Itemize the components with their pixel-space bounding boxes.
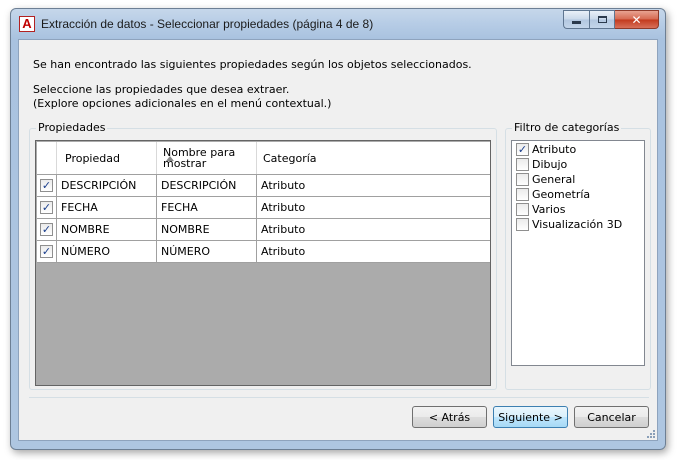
close-icon: ✕	[631, 12, 642, 27]
row-display-name[interactable]: DESCRIPCIÓN	[157, 175, 257, 196]
table-row[interactable]: ✓ NOMBRE NOMBRE Atributo	[37, 219, 490, 241]
row-display-name[interactable]: NÚMERO	[157, 241, 257, 262]
dialog-window: A Extracción de datos - Seleccionar prop…	[10, 8, 666, 450]
intro-text-found: Se han encontrado las siguientes propied…	[33, 58, 472, 71]
header-display-name[interactable]: Nombre para mostrar	[157, 142, 257, 174]
caption-buttons: ✕	[563, 10, 659, 30]
intro-text-select: Seleccione las propiedades que desea ext…	[33, 83, 290, 96]
button-separator	[29, 397, 649, 398]
row-property[interactable]: FECHA	[57, 197, 157, 218]
filter-checkbox[interactable]	[516, 173, 529, 186]
intro-text-context-menu: (Explore opciones adicionales en el menú…	[33, 97, 332, 110]
row-check-cell: ✓	[37, 219, 57, 240]
maximize-button[interactable]	[589, 10, 615, 29]
row-property[interactable]: NOMBRE	[57, 219, 157, 240]
autocad-app-icon[interactable]: A	[19, 16, 35, 32]
filter-item-label: Atributo	[532, 143, 577, 156]
row-property[interactable]: DESCRIPCIÓN	[57, 175, 157, 196]
filter-checkbox[interactable]	[516, 203, 529, 216]
table-row[interactable]: ✓ FECHA FECHA Atributo	[37, 197, 490, 219]
filter-item-label: Geometría	[532, 188, 591, 201]
filter-checkbox[interactable]	[516, 188, 529, 201]
row-property[interactable]: NÚMERO	[57, 241, 157, 262]
category-filter-list[interactable]: ✓ Atributo Dibujo General Geometría Vari…	[511, 140, 645, 366]
filter-item-label: Varios	[532, 203, 566, 216]
grid-header: Propiedad Nombre para mostrar Categoría	[37, 142, 490, 175]
intro-text-instructions: Seleccione las propiedades que desea ext…	[33, 83, 331, 111]
row-category[interactable]: Atributo	[257, 219, 490, 240]
table-row[interactable]: ✓ NÚMERO NÚMERO Atributo	[37, 241, 490, 263]
row-checkbox[interactable]: ✓	[40, 245, 53, 258]
title-bar[interactable]: A Extracción de datos - Seleccionar prop…	[11, 9, 665, 39]
filter-checkbox[interactable]	[516, 218, 529, 231]
header-check-column[interactable]	[37, 142, 57, 174]
row-checkbox[interactable]: ✓	[40, 179, 53, 192]
filter-item-label: General	[532, 173, 576, 186]
category-filter-group-label: Filtro de categorías	[512, 121, 622, 134]
filter-checkbox[interactable]: ✓	[516, 143, 529, 156]
header-property-label: Propiedad	[65, 151, 120, 165]
filter-checkbox[interactable]	[516, 158, 529, 171]
close-button[interactable]: ✕	[615, 10, 659, 29]
row-check-cell: ✓	[37, 175, 57, 196]
dialog-client-area: Se han encontrado las siguientes propied…	[18, 39, 658, 441]
table-row[interactable]: ✓ DESCRIPCIÓN DESCRIPCIÓN Atributo	[37, 175, 490, 197]
resize-grip-icon[interactable]	[645, 428, 655, 438]
row-category[interactable]: Atributo	[257, 241, 490, 262]
properties-grid-body: Propiedad Nombre para mostrar Categoría …	[37, 142, 490, 384]
header-category-label: Categoría	[263, 151, 317, 165]
row-category[interactable]: Atributo	[257, 175, 490, 196]
next-button[interactable]: Siguiente >	[493, 406, 568, 428]
header-property[interactable]: Propiedad	[57, 142, 174, 174]
cancel-button[interactable]: Cancelar	[574, 406, 649, 428]
filter-item-label: Dibujo	[532, 158, 568, 171]
row-check-cell: ✓	[37, 241, 57, 262]
row-category[interactable]: Atributo	[257, 197, 490, 218]
window-title: Extracción de datos - Seleccionar propie…	[41, 17, 374, 31]
maximize-icon	[597, 16, 607, 23]
properties-grid[interactable]: Propiedad Nombre para mostrar Categoría …	[35, 140, 491, 386]
row-checkbox[interactable]: ✓	[40, 201, 53, 214]
properties-group-label: Propiedades	[36, 121, 108, 134]
filter-item-label: Visualización 3D	[532, 218, 623, 231]
row-display-name[interactable]: FECHA	[157, 197, 257, 218]
row-check-cell: ✓	[37, 197, 57, 218]
minimize-icon	[572, 21, 581, 24]
row-checkbox[interactable]: ✓	[40, 223, 53, 236]
header-display-name-label: Nombre para mostrar	[163, 146, 236, 170]
back-button[interactable]: < Atrás	[412, 406, 487, 428]
row-display-name[interactable]: NOMBRE	[157, 219, 257, 240]
minimize-button[interactable]	[563, 10, 589, 29]
header-category[interactable]: Categoría	[257, 142, 490, 174]
